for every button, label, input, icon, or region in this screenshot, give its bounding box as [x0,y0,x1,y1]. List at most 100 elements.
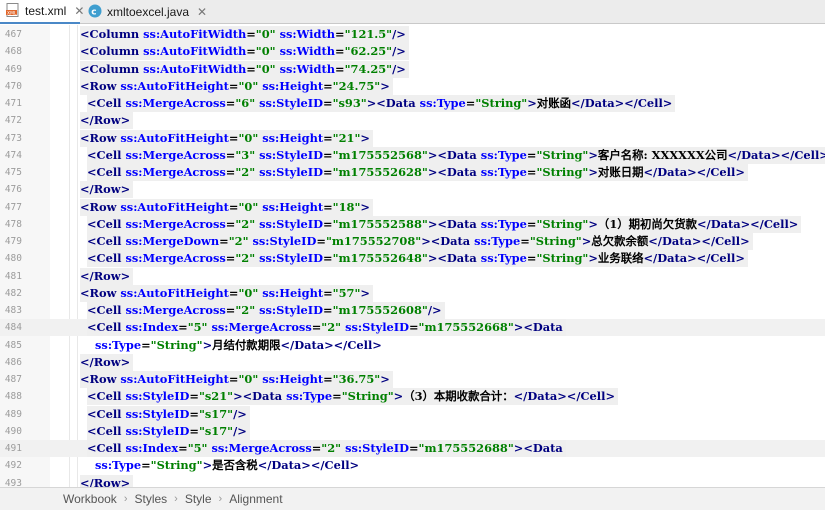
token-attr: ss:StyleID [125,389,190,404]
line-number: 491 [4,443,22,454]
code-text[interactable]: </Row> [80,474,134,487]
code-text[interactable]: </Row> [80,353,134,371]
token-plain: （3）本期收款合计： [403,389,514,404]
code-line[interactable]: 479 <Cell ss:MergeDown="2" ss:StyleID="m1… [0,233,825,250]
line-number: 468 [4,46,22,58]
code-line[interactable]: 477 <Row ss:AutoFitHeight="0" ss:Height="… [0,198,825,216]
token-tag: /> [392,27,406,41]
code-line[interactable]: 493 </Row> [0,474,825,487]
code-line[interactable]: 489 <Cell ss:StyleID="s17"/> [0,405,825,423]
code-text[interactable]: <Row ss:AutoFitHeight="0" ss:Height="18"… [80,198,373,216]
code-line[interactable]: 482 <Row ss:AutoFitHeight="0" ss:Height="… [0,284,825,302]
code-line[interactable]: 483 <Cell ss:MergeAcross="2" ss:StyleID="… [0,302,825,319]
code-line[interactable]: 467 <Column ss:AutoFitWidth="0" ss:Width=… [0,26,825,43]
code-line[interactable]: 492 ss:Type="String">是否含税</Data></Cell> [0,457,825,474]
token-plain: = [323,303,333,317]
code-text[interactable]: <Row ss:AutoFitHeight="0" ss:Height="36.… [80,371,393,388]
code-line[interactable]: 469 <Column ss:AutoFitWidth="0" ss:Width=… [0,60,825,78]
code-text[interactable]: <Cell ss:MergeAcross="3" ss:StyleID="m17… [87,146,825,164]
line-number: 482 [4,287,22,299]
token-val: "2" [235,216,256,231]
token-attr: ss:MergeAcross [211,441,312,455]
code-text[interactable]: <Cell ss:StyleID="s17"/> [87,405,250,423]
code-text[interactable]: <Cell ss:MergeAcross="2" ss:StyleID="m17… [87,215,802,233]
code-editor[interactable]: 467 <Column ss:AutoFitWidth="0" ss:Width=… [0,25,825,487]
code-line[interactable]: 478 <Cell ss:MergeAcross="2" ss:StyleID="… [0,215,825,233]
code-text[interactable]: <Cell ss:Index="5" ss:MergeAcross="2" ss… [87,319,566,337]
code-text[interactable]: <Cell ss:MergeAcross="2" ss:StyleID="m17… [87,164,748,181]
token-val: "String" [150,458,203,473]
tab-test-xml[interactable]: XML test.xml ✕ [0,0,84,24]
code-line[interactable]: 491 <Cell ss:Index="5" ss:MergeAcross="2"… [0,440,825,457]
code-text[interactable]: <Cell ss:StyleID="s17"/> [87,422,250,440]
code-line[interactable]: 488 <Cell ss:StyleID="s21"><Data ss:Type=… [0,388,825,406]
close-icon[interactable]: ✕ [197,5,207,19]
token-tag: > [581,234,592,248]
code-text[interactable]: <Row ss:AutoFitHeight="0" ss:Height="21"… [80,129,373,147]
vertical-scrollbar[interactable] [819,50,825,487]
code-text[interactable]: </Row> [80,267,134,285]
breadcrumb-item[interactable]: Style [185,492,212,506]
token-plain: = [225,96,236,110]
token-val: "m175552668" [418,320,514,335]
code-text[interactable]: <Cell ss:MergeDown="2" ss:StyleID="m1755… [87,233,753,250]
code-text[interactable]: <Cell ss:MergeAcross="2" ss:StyleID="m17… [87,250,748,268]
code-line[interactable]: 487 <Row ss:AutoFitHeight="0" ss:Height="… [0,371,825,388]
line-number: 481 [4,270,22,282]
token-plain: 是否含税 [212,458,258,473]
token-tag: <Cell [87,216,126,231]
code-text[interactable]: </Row> [80,181,134,199]
code-line[interactable]: 480 <Cell ss:MergeAcross="2" ss:StyleID="… [0,250,825,268]
token-attr: ss:MergeAcross [125,165,226,179]
code-line[interactable]: 490 <Cell ss:StyleID="s17"/> [0,422,825,440]
code-line[interactable]: 481 </Row> [0,267,825,285]
token-tag: > [588,251,598,266]
token-val: "String" [536,147,589,162]
code-line[interactable]: 484 <Cell ss:Index="5" ss:MergeAcross="2"… [0,319,825,337]
breadcrumb-item[interactable]: Styles [134,492,167,506]
token-tag: > [360,130,370,145]
token-attr: ss:Height [262,130,324,145]
code-line[interactable]: 476 </Row> [0,181,825,199]
code-line[interactable]: 472 </Row> [0,112,825,130]
code-text[interactable]: <Row ss:AutoFitHeight="0" ss:Height="57"… [80,284,373,302]
code-line[interactable]: 473 <Row ss:AutoFitHeight="0" ss:Height="… [0,129,825,147]
line-number: 472 [4,115,22,127]
code-text[interactable]: ss:Type="String">月结付款期限</Data></Cell> [95,337,385,354]
breadcrumb-item[interactable]: Alignment [229,492,282,506]
token-plain: = [246,61,256,76]
code-text[interactable]: <Cell ss:MergeAcross="6" ss:StyleID="s93… [87,95,676,112]
breadcrumb-item[interactable]: Workbook [63,492,117,506]
code-text[interactable]: <Row ss:AutoFitHeight="0" ss:Height="24.… [80,77,393,95]
token-tag: <Row [80,285,121,300]
code-text[interactable]: <Column ss:AutoFitWidth="0" ss:Width="74… [80,60,409,78]
code-line[interactable]: 486 </Row> [0,353,825,371]
code-text[interactable]: <Cell ss:Index="5" ss:MergeAcross="2" ss… [87,440,566,457]
token-tag: /> [392,44,406,59]
token-val: "21" [332,130,361,145]
token-plain: = [141,337,151,352]
token-tag: ><Data [513,441,563,455]
code-text[interactable]: <Column ss:AutoFitWidth="0" ss:Width="12… [80,26,409,43]
code-line[interactable]: 468 <Column ss:AutoFitWidth="0" ss:Width=… [0,43,825,61]
code-line[interactable]: 474 <Cell ss:MergeAcross="3" ss:StyleID="… [0,146,825,164]
line-number: 475 [4,167,22,178]
token-attr: ss:StyleID [259,251,324,266]
tab-xmltoexcel-java[interactable]: c xmltoexcel.java ✕ [83,0,207,24]
code-line[interactable]: 470 <Row ss:AutoFitHeight="0" ss:Height="… [0,77,825,95]
code-line[interactable]: 471 <Cell ss:MergeAcross="6" ss:StyleID="… [0,95,825,112]
code-line[interactable]: 475 <Cell ss:MergeAcross="2" ss:StyleID="… [0,164,825,181]
token-attr: ss:Height [262,285,324,300]
code-text[interactable]: <Cell ss:StyleID="s21"><Data ss:Type="St… [87,388,619,406]
code-text[interactable]: ss:Type="String">是否含税</Data></Cell> [95,457,362,474]
token-val: "m175552708" [325,234,422,248]
token-tag: ><Data [366,96,420,110]
token-attr: ss:Type [286,389,333,404]
token-attr: ss:Index [125,441,179,455]
code-text[interactable]: </Row> [80,112,134,130]
code-text[interactable]: <Cell ss:MergeAcross="2" ss:StyleID="m17… [87,302,445,319]
code-line[interactable]: 485 ss:Type="String">月结付款期限</Data></Cell> [0,337,825,354]
token-plain: = [316,234,326,248]
token-tag: <Column [80,27,144,41]
code-text[interactable]: <Column ss:AutoFitWidth="0" ss:Width="62… [80,43,409,61]
